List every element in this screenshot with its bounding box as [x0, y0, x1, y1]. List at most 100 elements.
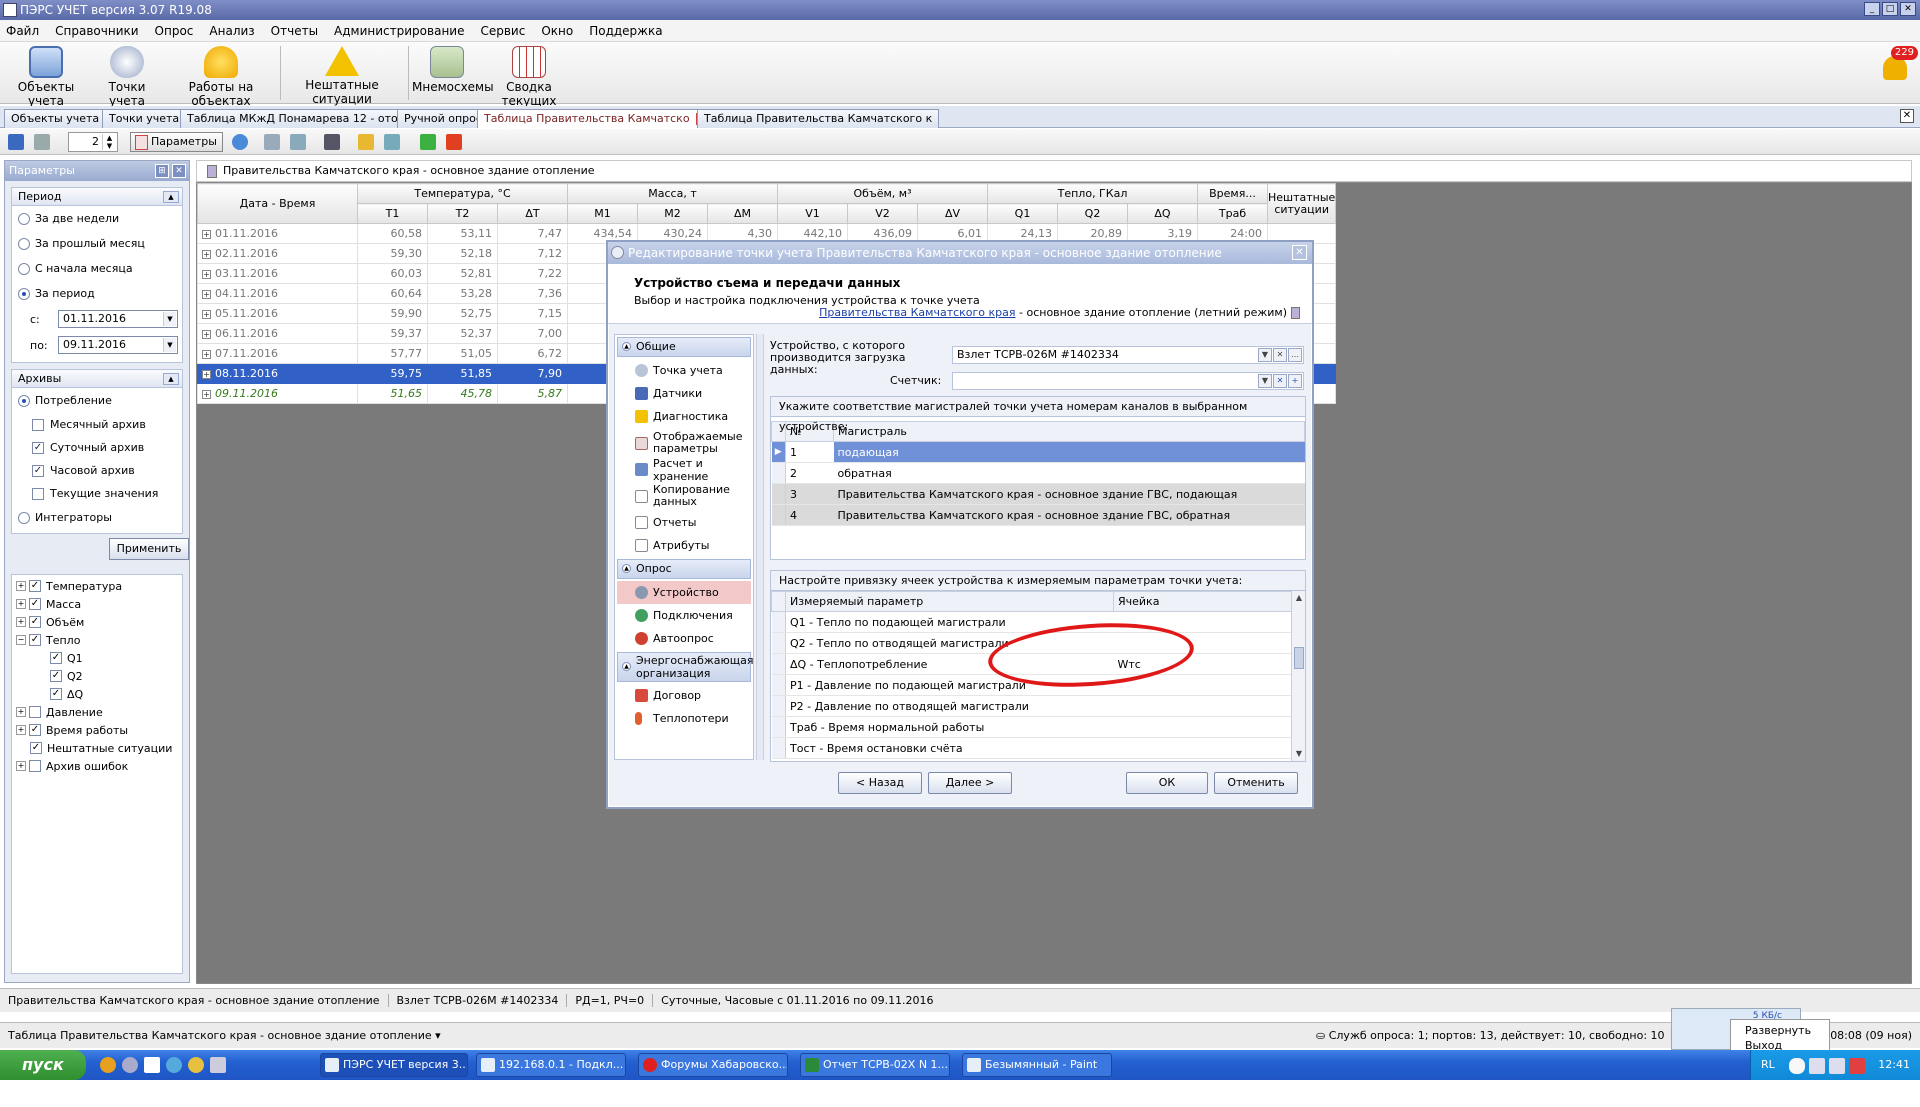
scroll-down-icon[interactable]: ▼ — [1293, 748, 1305, 760]
status-table-name[interactable]: Таблица Правительства Камчатского края -… — [8, 1029, 432, 1042]
tray-app-icon[interactable] — [1789, 1058, 1805, 1074]
expand-icon[interactable]: + — [202, 250, 211, 259]
expand-icon[interactable]: + — [202, 330, 211, 339]
archive-consumption[interactable]: Потребление — [12, 388, 182, 413]
summary-button[interactable]: Сводка текущих — [484, 46, 574, 108]
antivirus-icon[interactable] — [1849, 1058, 1865, 1074]
col-t1[interactable]: T1 — [357, 203, 428, 224]
table-row[interactable]: 3 Правительства Камчатского края - основн… — [771, 483, 1305, 505]
taskbar-item-forums[interactable]: Форумы Хабаровско... — [638, 1053, 788, 1077]
tree-temperature[interactable]: + ✓ Температура — [12, 577, 182, 595]
chrome-icon[interactable] — [100, 1057, 116, 1073]
parameters-button[interactable]: Параметры — [130, 132, 223, 152]
nav-autopoll[interactable]: Автоопрос — [615, 627, 753, 650]
start-button[interactable]: пуск — [0, 1050, 86, 1080]
back-button[interactable]: < Назад — [838, 772, 922, 794]
scroll-up-icon[interactable]: ▲ — [1293, 592, 1305, 604]
period-month-start[interactable]: С начала месяца — [12, 256, 182, 281]
objects-button[interactable]: Объекты учета — [4, 46, 88, 108]
clear-icon[interactable]: ✕ — [1273, 374, 1287, 388]
cancel-button[interactable]: Отменить — [1214, 772, 1298, 794]
col-trab[interactable]: Траб — [1197, 203, 1268, 224]
expand-icon[interactable]: + — [202, 310, 211, 319]
menu-window[interactable]: Окно — [541, 24, 573, 38]
col-main[interactable]: Магистраль — [833, 421, 1305, 442]
menu-service[interactable]: Сервис — [480, 24, 525, 38]
clear-icon[interactable]: ✕ — [1273, 348, 1287, 362]
menu-poll[interactable]: Опрос — [155, 24, 194, 38]
expand-icon[interactable]: + — [202, 370, 211, 379]
tree-q2[interactable]: ✓ Q2 — [12, 667, 182, 685]
tree-volume[interactable]: + ✓ Объём — [12, 613, 182, 631]
language-indicator[interactable]: RL — [1761, 1050, 1775, 1080]
col-m1[interactable]: M1 — [567, 203, 638, 224]
poll-icon[interactable] — [264, 134, 280, 150]
minimize-button[interactable]: _ — [1864, 2, 1880, 16]
col-v1[interactable]: V1 — [777, 203, 848, 224]
archive-daily-checkbox[interactable]: ✓ Суточный архив — [12, 436, 182, 459]
nav-point[interactable]: Точка учета — [615, 359, 753, 382]
col-dv[interactable]: ΔV — [917, 203, 988, 224]
save-icon[interactable] — [8, 134, 24, 150]
filter-icon[interactable] — [324, 134, 340, 150]
nav-device[interactable]: Устройство — [617, 581, 751, 604]
scroll-thumb[interactable] — [1294, 647, 1304, 669]
nav-heat-loss[interactable]: Теплопотери — [615, 707, 753, 730]
taskbar-item-report[interactable]: Отчет ТСРВ-02Х N 1... — [800, 1053, 950, 1077]
mnemo-button[interactable]: Мнемосхемы — [412, 46, 494, 94]
maximize-button[interactable]: □ — [1882, 2, 1898, 16]
col-m2[interactable]: M2 — [637, 203, 708, 224]
period-custom[interactable]: За период — [12, 281, 182, 306]
expand-icon[interactable]: + — [202, 350, 211, 359]
notifications-button[interactable]: 229 — [1880, 46, 1918, 84]
period-two-weeks[interactable]: За две недели — [12, 206, 182, 231]
ie-icon[interactable] — [166, 1057, 182, 1073]
document-icon[interactable] — [144, 1057, 160, 1073]
cells-scrollbar[interactable]: ▲ ▼ — [1291, 591, 1305, 761]
tab-kamchatka-table-active[interactable]: Таблица Правительства Камчатско✕ — [477, 109, 715, 128]
nav-copy-data[interactable]: Копирование данных — [615, 481, 753, 511]
start-icon[interactable] — [420, 134, 436, 150]
calendar-dropdown-icon[interactable]: ▼ — [163, 338, 176, 352]
network-icon[interactable] — [1809, 1058, 1825, 1074]
more-icon[interactable]: … — [1288, 348, 1302, 362]
works-button[interactable]: Работы на объектах — [166, 46, 276, 108]
col-dq[interactable]: ΔQ — [1127, 203, 1198, 224]
menu-analysis[interactable]: Анализ — [209, 24, 254, 38]
table-row[interactable]: Траб - Время нормальной работы — [771, 716, 1293, 738]
col-alarms[interactable]: Нештатные ситуации — [1266, 183, 1337, 224]
archive-monthly-checkbox[interactable]: Месячный архив — [12, 413, 182, 436]
ok-button[interactable]: ОК — [1126, 772, 1208, 794]
tab-mkzhd-table[interactable]: Таблица МКжД Понамарева 12 - отопле — [180, 109, 426, 128]
tree-error-archive[interactable]: + Архив ошибок — [12, 757, 182, 775]
alarms-button[interactable]: Нештатные ситуации — [286, 46, 398, 106]
menu-item-expand[interactable]: Развернуть — [1745, 1023, 1815, 1038]
menu-file[interactable]: Файл — [6, 24, 39, 38]
dialog-close-icon[interactable]: ✕ — [1292, 245, 1307, 260]
nav-displayed-params[interactable]: Отображаемые параметры — [615, 428, 753, 458]
nav-calc-storage[interactable]: Расчет и хранение — [615, 457, 753, 483]
taskbar-item-pers[interactable]: ПЭРС УЧЕТ версия 3... — [320, 1053, 468, 1077]
app-icon[interactable] — [188, 1057, 204, 1073]
tab-manual-poll[interactable]: Ручной опрос — [397, 109, 489, 128]
chevron-down-icon[interactable]: ▾ — [432, 1029, 441, 1042]
table-row[interactable]: 2 обратная — [771, 462, 1305, 484]
points-button[interactable]: Точки учета — [94, 46, 160, 108]
tree-q1[interactable]: ✓ Q1 — [12, 649, 182, 667]
menu-admin[interactable]: Администрирование — [334, 24, 464, 38]
add-icon[interactable]: + — [1288, 374, 1302, 388]
archive-integrators[interactable]: Интеграторы — [12, 505, 182, 530]
col-dm[interactable]: ΔM — [707, 203, 778, 224]
calendar-dropdown-icon[interactable]: ▼ — [163, 312, 176, 326]
col-q2[interactable]: Q2 — [1057, 203, 1128, 224]
menu-references[interactable]: Справочники — [55, 24, 138, 38]
next-button[interactable]: Далее > — [928, 772, 1012, 794]
nav-diagnostics[interactable]: Диагностика — [615, 405, 753, 428]
nav-section-general[interactable]: ▲ Общие — [617, 337, 751, 357]
speaker-icon[interactable] — [1829, 1058, 1845, 1074]
archive-current-checkbox[interactable]: Текущие значения — [12, 482, 182, 505]
tree-alarms[interactable]: ✓ Нештатные ситуации — [12, 739, 182, 757]
taskbar-item-paint[interactable]: Безымянный - Paint — [962, 1053, 1112, 1077]
counter-select[interactable]: ▼ ✕ + — [952, 372, 1304, 390]
expand-icon[interactable]: + — [202, 390, 211, 399]
